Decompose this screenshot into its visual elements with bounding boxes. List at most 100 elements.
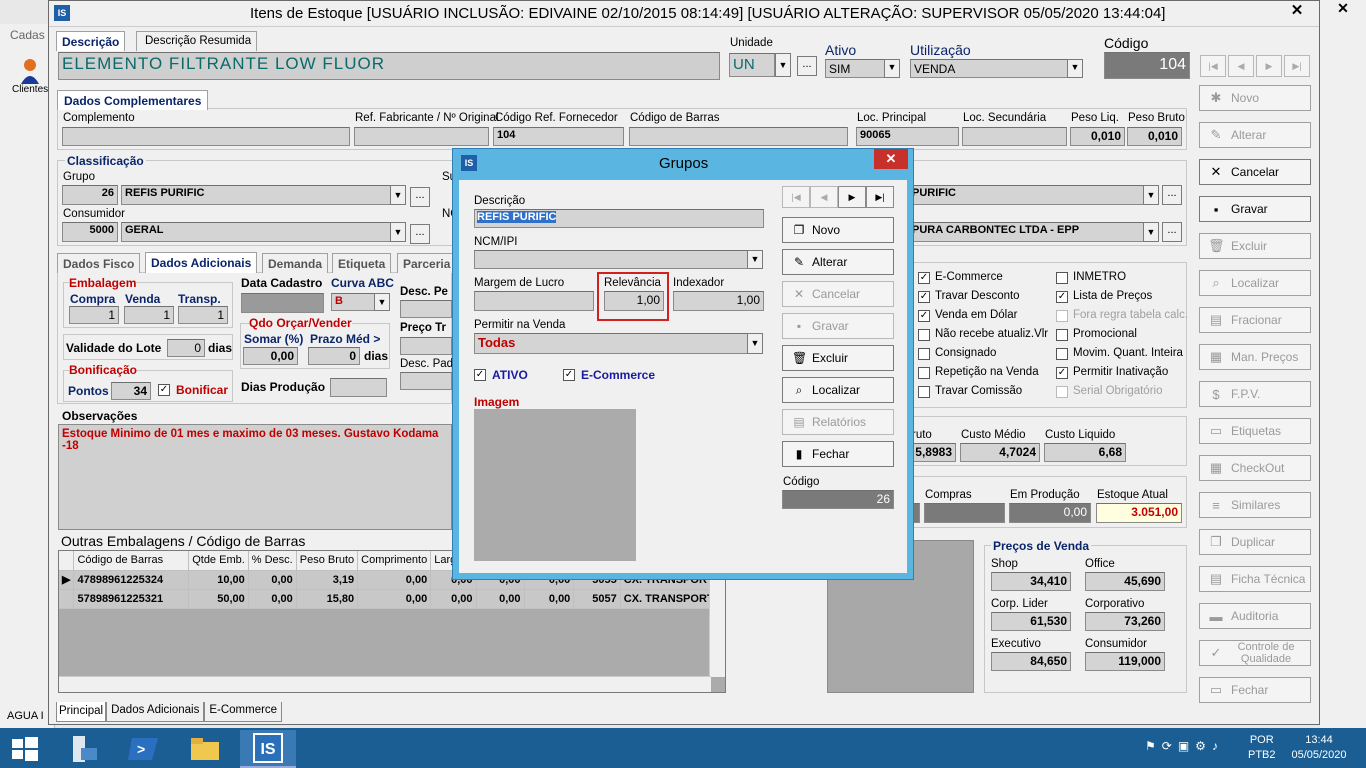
- loc-principal-field[interactable]: 90065: [856, 127, 959, 146]
- volume-icon[interactable]: ♪: [1212, 739, 1218, 753]
- dialog-close-button[interactable]: ✕: [874, 149, 908, 169]
- tab-dados-adicionais[interactable]: Dados Adicionais: [145, 252, 258, 273]
- col-comprimento[interactable]: Comprimento: [357, 551, 432, 571]
- side-button-novo[interactable]: ✱ Novo: [1199, 85, 1311, 111]
- cod-barras-field[interactable]: [629, 127, 848, 146]
- bonificar-checkbox[interactable]: ✓: [158, 384, 170, 396]
- chevron-down-icon[interactable]: ▼: [747, 333, 763, 354]
- grupo-lookup-button[interactable]: ...: [410, 187, 430, 207]
- first-record-icon[interactable]: |◀: [1200, 55, 1226, 77]
- table-row[interactable]: 57898961225321 50,00 0,00 15,80 0,00 0,00 0,00…: [59, 589, 725, 609]
- flag-checkbox[interactable]: ✓: [918, 291, 930, 303]
- curva-abc-select[interactable]: B: [331, 293, 375, 311]
- ref-fabricante-field[interactable]: [354, 127, 489, 146]
- side-button-controle-de-qualidade[interactable]: ✓ Controle de Qualidade: [1199, 640, 1311, 666]
- preco-tr-field[interactable]: [400, 337, 452, 355]
- subgrupo-select[interactable]: PURIFIC: [908, 185, 1144, 205]
- dialog-button-cancelar[interactable]: ✕ Cancelar: [782, 281, 894, 307]
- dialog-button-alterar[interactable]: ✎ Alterar: [782, 249, 894, 275]
- prev-record-icon[interactable]: ◀: [1228, 55, 1254, 77]
- side-button-checkout[interactable]: ▦ CheckOut: [1199, 455, 1311, 481]
- tab-dados-fisco[interactable]: Dados Fisco: [57, 253, 141, 273]
- cod-ref-fornecedor-field[interactable]: 104: [493, 127, 624, 146]
- flag-checkbox[interactable]: [1056, 329, 1068, 341]
- desc-pe-field[interactable]: [400, 300, 452, 318]
- desc-padr-field[interactable]: [400, 372, 452, 390]
- pontos-field[interactable]: 34: [111, 382, 151, 400]
- tray-settings-icon[interactable]: ⚙: [1195, 739, 1206, 753]
- subgrupo-lookup-button[interactable]: ...: [1162, 185, 1182, 205]
- dialog-button-excluir[interactable]: 🗑 Excluir: [782, 345, 894, 371]
- first-record-icon[interactable]: |◀: [782, 186, 810, 208]
- grupo-code-field[interactable]: 26: [62, 185, 118, 205]
- somar-field[interactable]: 0,00: [243, 347, 298, 365]
- ecommerce-checkbox[interactable]: ✓: [563, 369, 575, 381]
- flag-checkbox[interactable]: ✓: [1056, 367, 1068, 379]
- flag-checkbox[interactable]: [918, 348, 930, 360]
- unidade-select[interactable]: UN: [729, 53, 775, 77]
- col-desc[interactable]: % Desc.: [248, 551, 297, 571]
- tab-descricao-resumida[interactable]: Descrição Resumida: [136, 31, 258, 51]
- chevron-down-icon[interactable]: ▼: [1143, 222, 1159, 242]
- compra-field[interactable]: 1: [69, 306, 119, 324]
- bg-close-button[interactable]: ✕: [1320, 0, 1366, 20]
- unidade-lookup-button[interactable]: ...: [797, 56, 817, 76]
- side-button-etiquetas[interactable]: ▭ Etiquetas: [1199, 418, 1311, 444]
- utilizacao-select[interactable]: VENDA: [910, 59, 1068, 78]
- tab-principal[interactable]: Principal: [56, 702, 107, 722]
- fornecedor-select[interactable]: PURA CARBONTEC LTDA - EPP: [908, 222, 1144, 242]
- chevron-down-icon[interactable]: ▼: [884, 59, 900, 78]
- chevron-down-icon[interactable]: ▼: [374, 293, 390, 311]
- col-peso-bruto[interactable]: Peso Bruto: [296, 551, 359, 571]
- ativo-checkbox[interactable]: ✓: [474, 369, 486, 381]
- grupo-image[interactable]: [474, 409, 636, 561]
- tab-ecommerce-bottom[interactable]: E-Commerce: [204, 702, 283, 722]
- side-button-alterar[interactable]: ✎ Alterar: [1199, 122, 1311, 148]
- observacoes-field[interactable]: Estoque Minimo de 01 mes e maximo de 03 …: [58, 424, 452, 530]
- prazo-field[interactable]: 0: [308, 347, 360, 365]
- dialog-button-localizar[interactable]: ⌕ Localizar: [782, 377, 894, 403]
- last-record-icon[interactable]: ▶|: [1284, 55, 1310, 77]
- side-button-duplicar[interactable]: ❐ Duplicar: [1199, 529, 1311, 555]
- tab-demanda[interactable]: Demanda: [262, 253, 329, 273]
- taskbar-is-app[interactable]: IS: [240, 730, 296, 768]
- consumidor-lookup-button[interactable]: ...: [410, 224, 430, 244]
- relevancia-field[interactable]: 1,00: [604, 291, 664, 311]
- grupo-name-select[interactable]: REFIS PURIFIC: [121, 185, 391, 205]
- tab-etiqueta[interactable]: Etiqueta: [332, 253, 392, 273]
- taskbar-server-manager[interactable]: [58, 730, 108, 768]
- chevron-down-icon[interactable]: ▼: [390, 222, 406, 242]
- language-indicator[interactable]: POR PTB2: [1248, 733, 1276, 763]
- side-button-fechar[interactable]: ▭ Fechar: [1199, 677, 1311, 703]
- taskbar-explorer[interactable]: [180, 730, 230, 768]
- flag-checkbox[interactable]: [1056, 386, 1068, 398]
- flag-checkbox[interactable]: ✓: [918, 272, 930, 284]
- tab-dados-adicionais-bottom[interactable]: Dados Adicionais: [106, 702, 205, 722]
- ncm-ipi-select[interactable]: [474, 250, 748, 269]
- network-icon[interactable]: ▣: [1178, 739, 1189, 753]
- side-button-localizar[interactable]: ⌕ Localizar: [1199, 270, 1311, 296]
- prev-record-icon[interactable]: ◀: [810, 186, 838, 208]
- start-button[interactable]: [0, 730, 50, 768]
- dialog-button-gravar[interactable]: ▪ Gravar: [782, 313, 894, 339]
- side-button-fracionar[interactable]: ▤ Fracionar: [1199, 307, 1311, 333]
- tab-descricao[interactable]: Descrição: [56, 31, 126, 51]
- chevron-down-icon[interactable]: ▼: [1067, 59, 1083, 78]
- horizontal-scrollbar[interactable]: [59, 676, 711, 692]
- dialog-button-fechar[interactable]: ▮ Fechar: [782, 441, 894, 467]
- tab-dados-complementares[interactable]: Dados Complementares: [57, 90, 209, 110]
- side-button-similares[interactable]: ≡ Similares: [1199, 492, 1311, 518]
- fornecedor-lookup-button[interactable]: ...: [1162, 222, 1182, 242]
- next-record-icon[interactable]: ▶: [838, 186, 866, 208]
- peso-bruto-field[interactable]: 0,010: [1127, 127, 1182, 146]
- next-record-icon[interactable]: ▶: [1256, 55, 1282, 77]
- flag-checkbox[interactable]: [918, 329, 930, 341]
- side-button-auditoria[interactable]: ▬ Auditoria: [1199, 603, 1311, 629]
- sync-icon[interactable]: ⟳: [1162, 739, 1172, 753]
- peso-liq-field[interactable]: 0,010: [1070, 127, 1125, 146]
- window-close-button[interactable]: ✕: [1274, 1, 1320, 23]
- loc-secundaria-field[interactable]: [962, 127, 1067, 146]
- bg-clientes-button[interactable]: Clientes: [12, 84, 48, 95]
- complemento-field[interactable]: [62, 127, 350, 146]
- description-field[interactable]: ELEMENTO FILTRANTE LOW FLUOR: [58, 52, 720, 80]
